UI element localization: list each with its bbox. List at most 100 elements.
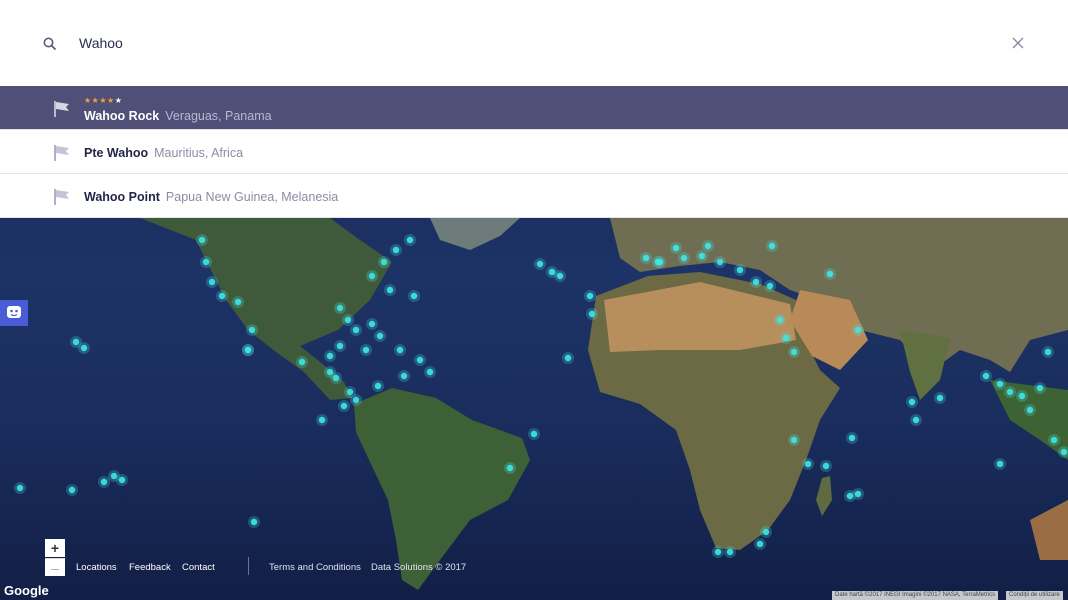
spot-marker[interactable] — [714, 548, 722, 556]
spot-marker[interactable] — [854, 490, 862, 498]
spot-marker[interactable] — [736, 266, 744, 274]
spot-marker[interactable] — [586, 292, 594, 300]
spot-marker[interactable] — [548, 268, 556, 276]
spot-marker[interactable] — [248, 326, 256, 334]
spot-marker[interactable] — [362, 346, 370, 354]
spot-marker[interactable] — [326, 352, 334, 360]
spot-marker[interactable] — [1044, 348, 1052, 356]
zoom-in-button[interactable]: + — [45, 539, 65, 557]
map-terms-of-use-link[interactable]: Condiții de utilizare — [1006, 591, 1063, 600]
footer-link-locations[interactable]: Locations — [76, 562, 117, 573]
zoom-out-button[interactable]: – — [45, 558, 65, 576]
spot-marker[interactable] — [766, 282, 774, 290]
spot-marker[interactable] — [726, 548, 734, 556]
result-item[interactable]: Wahoo Point Papua New Guinea, Melanesia — [0, 174, 1068, 218]
spot-marker[interactable] — [782, 334, 790, 342]
spot-marker[interactable] — [556, 272, 564, 280]
spot-marker[interactable] — [762, 528, 770, 536]
spot-marker[interactable] — [118, 476, 126, 484]
spot-marker[interactable] — [336, 304, 344, 312]
spot-marker[interactable] — [416, 356, 424, 364]
spot-marker[interactable] — [698, 252, 706, 260]
footer-link-feedback[interactable]: Feedback — [129, 562, 171, 573]
spot-marker[interactable] — [346, 388, 354, 396]
spot-marker[interactable] — [368, 272, 376, 280]
spot-marker[interactable] — [352, 326, 360, 334]
spot-marker[interactable] — [340, 402, 348, 410]
spot-marker[interactable] — [672, 244, 680, 252]
spot-marker[interactable] — [656, 258, 664, 266]
spot-marker[interactable] — [912, 416, 920, 424]
spot-marker[interactable] — [218, 292, 226, 300]
result-item[interactable]: Pte Wahoo Mauritius, Africa — [0, 130, 1068, 174]
spot-marker[interactable] — [72, 338, 80, 346]
spot-marker[interactable] — [756, 540, 764, 548]
close-icon[interactable] — [1008, 33, 1028, 53]
spot-marker[interactable] — [908, 398, 916, 406]
spot-marker[interactable] — [588, 310, 596, 318]
spot-marker[interactable] — [1036, 384, 1044, 392]
spot-marker[interactable] — [208, 278, 216, 286]
spot-marker[interactable] — [392, 246, 400, 254]
spot-marker[interactable] — [1050, 436, 1058, 444]
spot-marker[interactable] — [198, 236, 206, 244]
spot-marker[interactable] — [790, 436, 798, 444]
spot-marker[interactable] — [752, 278, 760, 286]
spot-marker[interactable] — [110, 472, 118, 480]
spot-marker[interactable] — [426, 368, 434, 376]
spot-marker[interactable] — [298, 358, 306, 366]
spot-marker[interactable] — [506, 464, 514, 472]
spot-marker[interactable] — [642, 254, 650, 262]
spot-marker[interactable] — [400, 372, 408, 380]
spot-marker[interactable] — [996, 380, 1004, 388]
spot-marker[interactable] — [244, 346, 252, 354]
spot-marker[interactable] — [368, 320, 376, 328]
spot-marker[interactable] — [352, 396, 360, 404]
spot-marker[interactable] — [100, 478, 108, 486]
spot-marker[interactable] — [680, 254, 688, 262]
spot-marker[interactable] — [344, 316, 352, 324]
spot-marker[interactable] — [848, 434, 856, 442]
spot-marker[interactable] — [396, 346, 404, 354]
spot-marker[interactable] — [410, 292, 418, 300]
search-input[interactable] — [79, 30, 959, 56]
spot-marker[interactable] — [380, 258, 388, 266]
spot-marker[interactable] — [80, 344, 88, 352]
footer-link-contact[interactable]: Contact — [182, 562, 215, 573]
spot-marker[interactable] — [822, 462, 830, 470]
spot-marker[interactable] — [68, 486, 76, 494]
spot-marker[interactable] — [202, 258, 210, 266]
spot-marker[interactable] — [318, 416, 326, 424]
spot-marker[interactable] — [530, 430, 538, 438]
spot-marker[interactable] — [564, 354, 572, 362]
spot-marker[interactable] — [776, 316, 784, 324]
spot-marker[interactable] — [1006, 388, 1014, 396]
spot-marker[interactable] — [804, 460, 812, 468]
spot-marker[interactable] — [854, 326, 862, 334]
spot-marker[interactable] — [1018, 392, 1026, 400]
spot-marker[interactable] — [982, 372, 990, 380]
result-item[interactable]: ★★★★★ Wahoo Rock Veraguas, Panama — [0, 86, 1068, 130]
spot-marker[interactable] — [374, 382, 382, 390]
spot-marker[interactable] — [996, 460, 1004, 468]
spot-marker[interactable] — [1060, 448, 1068, 456]
spot-marker[interactable] — [704, 242, 712, 250]
footer-link-terms[interactable]: Terms and Conditions — [269, 562, 361, 573]
spot-marker[interactable] — [536, 260, 544, 268]
chat-bot-button[interactable] — [0, 300, 28, 326]
search-bar — [0, 0, 1068, 86]
spot-marker[interactable] — [790, 348, 798, 356]
spot-marker[interactable] — [768, 242, 776, 250]
spot-marker[interactable] — [1026, 406, 1034, 414]
spot-marker[interactable] — [826, 270, 834, 278]
spot-marker[interactable] — [376, 332, 384, 340]
spot-marker[interactable] — [336, 342, 344, 350]
spot-marker[interactable] — [386, 286, 394, 294]
spot-marker[interactable] — [250, 518, 258, 526]
spot-marker[interactable] — [326, 368, 334, 376]
spot-marker[interactable] — [936, 394, 944, 402]
spot-marker[interactable] — [406, 236, 414, 244]
spot-marker[interactable] — [716, 258, 724, 266]
spot-marker[interactable] — [234, 298, 242, 306]
spot-marker[interactable] — [16, 484, 24, 492]
